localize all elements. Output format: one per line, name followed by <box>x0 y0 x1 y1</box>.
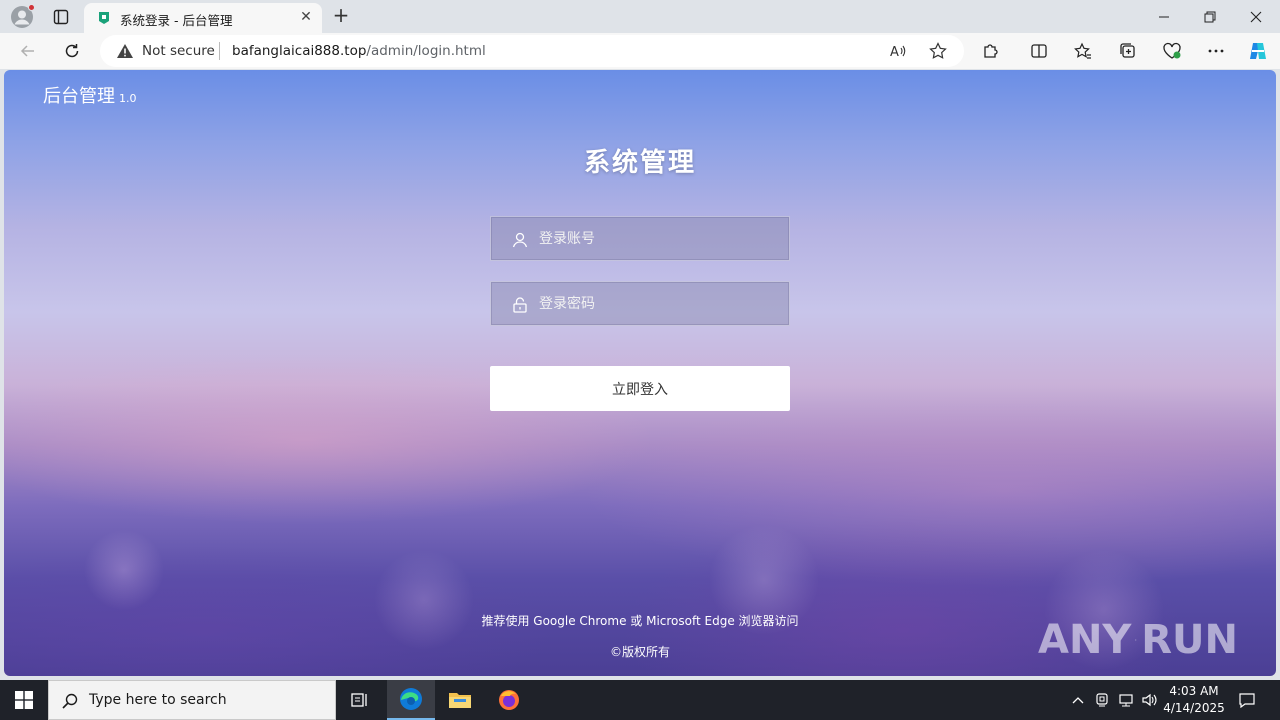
address-separator <box>219 42 220 60</box>
search-placeholder: Type here to search <box>89 692 227 708</box>
collections-icon[interactable] <box>1114 37 1142 65</box>
refresh-icon[interactable] <box>58 37 86 65</box>
url-host: bafanglaicai888.top <box>232 43 367 59</box>
tab-title: 系统登录 - 后台管理 <box>120 13 233 28</box>
firefox-icon[interactable] <box>485 680 533 720</box>
username-field[interactable] <box>490 216 790 261</box>
tab-actions-icon[interactable] <box>50 6 72 28</box>
lock-icon <box>511 296 529 314</box>
search-icon <box>61 692 79 710</box>
url-path: /admin/login.html <box>366 43 486 59</box>
taskbar-search-box[interactable]: Type here to search <box>48 680 336 720</box>
system-clock[interactable]: 4:03 AM 4/14/2025 <box>1160 683 1228 717</box>
warning-icon[interactable] <box>116 43 134 59</box>
svg-text:A: A <box>890 45 899 60</box>
favorites-icon[interactable] <box>1069 37 1097 65</box>
play-logo-icon <box>1135 639 1138 641</box>
read-aloud-icon[interactable]: A <box>886 39 910 63</box>
security-label[interactable]: Not secure <box>142 43 215 59</box>
anyrun-watermark: ANY RUN <box>1038 608 1238 672</box>
browser-toolbar: Not secure bafanglaicai888.top/admin/log… <box>0 33 1280 69</box>
url-text[interactable]: bafanglaicai888.top/admin/login.html <box>232 43 486 59</box>
close-window-button[interactable] <box>1233 0 1279 33</box>
watermark-left-text: ANY <box>1038 617 1132 663</box>
username-input[interactable] <box>539 217 779 260</box>
notification-dot <box>28 4 35 11</box>
volume-icon[interactable] <box>1140 690 1160 710</box>
meet-now-icon[interactable] <box>1092 690 1112 710</box>
notification-center-icon[interactable] <box>1234 688 1260 712</box>
address-bar[interactable]: Not secure bafanglaicai888.top/admin/log… <box>100 35 964 67</box>
heart-pulse-icon[interactable] <box>1158 37 1186 65</box>
brand-version: 1.0 <box>119 92 137 105</box>
password-field[interactable] <box>490 281 790 326</box>
login-button[interactable]: 立即登入 <box>490 366 790 411</box>
brand-name: 后台管理 <box>43 86 115 107</box>
split-screen-icon[interactable] <box>1025 37 1053 65</box>
windows-taskbar: Type here to search 4:03 AM 4/14/2025 <box>0 680 1280 720</box>
windows-start-icon[interactable] <box>0 680 48 720</box>
password-input[interactable] <box>539 282 779 325</box>
chevron-up-icon[interactable] <box>1068 690 1088 710</box>
puzzle-icon[interactable] <box>977 37 1005 65</box>
clock-time: 4:03 AM <box>1169 684 1219 698</box>
profile-icon[interactable] <box>10 4 35 29</box>
star-icon[interactable] <box>926 39 950 63</box>
clock-date: 4/14/2025 <box>1163 701 1225 715</box>
site-favicon <box>96 10 112 26</box>
active-tab[interactable]: 系统登录 - 后台管理 ✕ <box>84 3 322 33</box>
page-viewport: 后台管理1.0 系统管理 立即登入 推荐使用 Google Chrome 或 M… <box>4 70 1276 676</box>
user-icon <box>511 231 529 249</box>
file-explorer-icon[interactable] <box>436 680 484 720</box>
watermark-right-text: RUN <box>1141 617 1238 663</box>
edge-icon[interactable] <box>387 680 435 720</box>
copilot-icon[interactable] <box>1244 37 1272 65</box>
network-icon[interactable] <box>1116 690 1136 710</box>
close-tab-icon[interactable]: ✕ <box>298 9 314 25</box>
browser-tab-strip: 系统登录 - 后台管理 ✕ + <box>0 0 1280 33</box>
more-dots-icon[interactable] <box>1202 37 1230 65</box>
back-arrow-icon[interactable] <box>14 37 42 65</box>
minimize-button[interactable] <box>1141 0 1187 33</box>
restore-button[interactable] <box>1187 0 1233 33</box>
new-tab-plus-icon[interactable]: + <box>330 5 352 27</box>
app-brand: 后台管理 1.0 <box>43 82 137 108</box>
task-view-icon[interactable] <box>336 680 384 720</box>
login-title: 系统管理 <box>583 148 696 178</box>
